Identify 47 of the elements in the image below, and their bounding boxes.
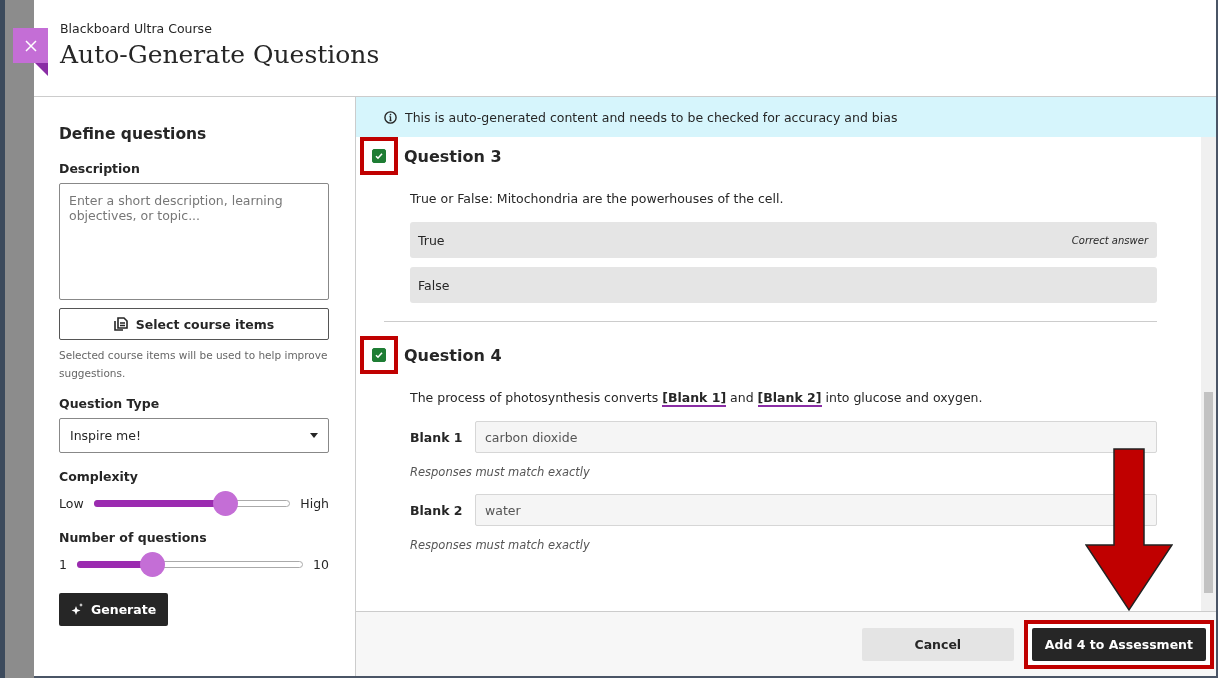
field-label: Number of questions xyxy=(59,530,208,545)
slider-min-label: Low xyxy=(59,496,84,511)
hint-text: Responses must match exactly xyxy=(410,538,591,552)
checkbox[interactable] xyxy=(372,348,386,362)
blank-label: Blank 2 xyxy=(410,502,464,518)
question-text: True or False: Mitochondria are the powerhouses of the cell. xyxy=(410,191,785,206)
panel-heading: Define questions xyxy=(59,125,208,143)
cancel-button[interactable]: Cancel xyxy=(861,627,1014,661)
slider-thumb[interactable] xyxy=(213,491,239,516)
field-label: Description xyxy=(59,161,141,176)
checkbox[interactable] xyxy=(372,149,386,163)
answer-text: True xyxy=(418,232,445,248)
slider-max-label: High xyxy=(300,496,329,511)
description-field[interactable]: Enter a short description, learning objectives, or topic... xyxy=(59,183,329,300)
hint-text: Responses must match exactly xyxy=(410,465,591,479)
check-icon xyxy=(374,350,384,360)
course-name: Blackboard Ultra Course xyxy=(60,21,213,36)
slider[interactable] xyxy=(93,491,291,516)
info-icon xyxy=(384,110,397,124)
question-type-dropdown[interactable]: Inspire me! xyxy=(59,418,329,453)
add-to-assessment-button[interactable]: Add 4 to Assessment xyxy=(1031,627,1206,661)
slider-thumb[interactable] xyxy=(139,552,165,577)
check-icon xyxy=(374,151,384,161)
field-label: Complexity xyxy=(59,469,139,484)
helper-text: Selected course items will be used to help improve suggestions. xyxy=(59,348,329,381)
blank-label: Blank 1 xyxy=(410,429,464,445)
notice-text: This is auto-generated content and needs to be checked for accuracy and bias xyxy=(405,109,898,125)
answer-field[interactable]: carbon dioxide xyxy=(475,421,1157,453)
sparkle-icon xyxy=(71,603,84,616)
question-text: The process of photosynthesis converts [Blank 1] and [Blank 2] into glucose and oxygen. xyxy=(410,390,984,405)
question-title: Question 4 xyxy=(404,345,502,365)
correct-answer-label: Correct answer xyxy=(1071,234,1148,246)
answer-text: False xyxy=(418,277,450,293)
caret-icon xyxy=(310,433,318,438)
close-icon xyxy=(24,39,37,52)
answer-field[interactable]: water xyxy=(475,494,1157,526)
document-icon xyxy=(113,317,128,331)
generate-button[interactable]: Generate xyxy=(59,593,169,626)
field-label: Question Type xyxy=(59,396,161,411)
slider-min-label: 1 xyxy=(59,557,67,572)
dialog-title: Auto-Generate Questions xyxy=(60,40,381,69)
dropdown-value: Inspire me! xyxy=(70,428,141,443)
slider[interactable] xyxy=(76,552,304,577)
question-title: Question 3 xyxy=(404,146,502,166)
slider-max-label: 10 xyxy=(313,557,329,572)
scrollbar[interactable] xyxy=(1201,137,1216,611)
select-course-items-button[interactable]: Select course items xyxy=(59,308,329,340)
